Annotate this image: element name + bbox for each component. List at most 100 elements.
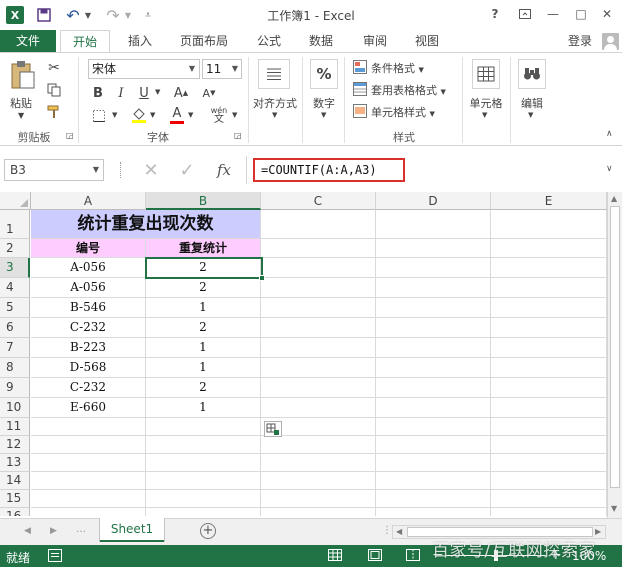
tab-review[interactable]: 审阅 bbox=[354, 30, 396, 52]
help-button[interactable]: ? bbox=[484, 4, 506, 24]
tab-page-layout[interactable]: 页面布局 bbox=[172, 30, 236, 52]
font-launcher-icon[interactable]: ◲ bbox=[234, 131, 242, 140]
row-header[interactable]: 12 bbox=[0, 436, 30, 454]
paste-dropdown-icon[interactable]: ▼ bbox=[18, 111, 24, 120]
underline-button[interactable]: U bbox=[136, 84, 152, 102]
row-header[interactable]: 9 bbox=[0, 378, 30, 398]
column-header-c[interactable]: C bbox=[261, 192, 376, 210]
collapse-ribbon-icon[interactable]: ∧ bbox=[606, 129, 613, 139]
id-cell[interactable]: B-546 bbox=[31, 298, 146, 318]
page-layout-view-icon[interactable] bbox=[368, 549, 384, 563]
count-cell[interactable]: 2 bbox=[146, 278, 261, 298]
alignment-icon[interactable] bbox=[258, 59, 290, 89]
formula-bar-grip[interactable] bbox=[120, 162, 122, 178]
sheet-prev-icon[interactable]: ◀ bbox=[24, 526, 31, 536]
borders-icon[interactable] bbox=[90, 107, 108, 125]
id-cell[interactable]: A-056 bbox=[31, 278, 146, 298]
cancel-entry-icon[interactable]: ✕ bbox=[140, 160, 162, 181]
tab-view[interactable]: 视图 bbox=[406, 30, 448, 52]
row-header[interactable]: 4 bbox=[0, 278, 30, 298]
row-header[interactable]: 6 bbox=[0, 318, 30, 338]
row-header[interactable]: 13 bbox=[0, 454, 30, 472]
restore-button[interactable]: □ bbox=[570, 4, 592, 24]
sheet-next-icon[interactable]: ▶ bbox=[50, 526, 57, 536]
vertical-scrollbar[interactable]: ▲ ▼ bbox=[607, 192, 622, 518]
name-box[interactable]: B3 ▼ bbox=[4, 159, 104, 181]
font-name-combo[interactable]: 宋体 ▼ bbox=[88, 59, 200, 79]
sheet-title-cell[interactable]: 统计重复出现次数 bbox=[31, 210, 261, 239]
close-button[interactable]: ✕ bbox=[596, 4, 618, 24]
sheet-tab-sheet1[interactable]: Sheet1 bbox=[100, 518, 164, 542]
editing-button-label[interactable]: 编辑 bbox=[518, 95, 546, 111]
row-header[interactable]: 16 bbox=[0, 508, 30, 516]
paste-icon[interactable] bbox=[8, 59, 38, 91]
clipboard-launcher-icon[interactable]: ◲ bbox=[66, 131, 74, 140]
header-cell-count[interactable]: 重复统计 bbox=[146, 239, 261, 258]
cells-icon[interactable] bbox=[472, 59, 500, 89]
row-header[interactable]: 2 bbox=[0, 239, 30, 258]
editing-dropdown-icon[interactable]: ▼ bbox=[528, 111, 533, 119]
count-cell[interactable]: 1 bbox=[146, 358, 261, 378]
macro-record-icon[interactable] bbox=[48, 549, 62, 562]
row-header[interactable]: 10 bbox=[0, 398, 30, 418]
tab-data[interactable]: 数据 bbox=[300, 30, 342, 52]
row-header[interactable]: 14 bbox=[0, 472, 30, 490]
underline-dropdown-icon[interactable]: ▼ bbox=[155, 88, 160, 96]
borders-dropdown-icon[interactable]: ▼ bbox=[112, 111, 117, 119]
format-painter-icon[interactable] bbox=[44, 103, 64, 121]
format-as-table-icon[interactable] bbox=[352, 81, 368, 97]
font-color-dropdown-icon[interactable]: ▼ bbox=[188, 111, 193, 119]
confirm-entry-icon[interactable]: ✓ bbox=[176, 160, 198, 181]
select-all-corner[interactable] bbox=[0, 192, 31, 210]
sign-in-link[interactable]: 登录 bbox=[560, 30, 600, 52]
conditional-format-button[interactable]: 条件格式 ▼ bbox=[371, 60, 424, 76]
tab-home[interactable]: 开始 bbox=[60, 30, 110, 53]
column-header-a[interactable]: A bbox=[31, 192, 146, 210]
cell-styles-icon[interactable] bbox=[352, 103, 368, 119]
id-cell[interactable]: C-232 bbox=[31, 318, 146, 338]
header-cell-id[interactable]: 编号 bbox=[31, 239, 146, 258]
count-cell[interactable]: 2 bbox=[146, 378, 261, 398]
number-dropdown-icon[interactable]: ▼ bbox=[321, 111, 326, 119]
phonetic-guide-icon[interactable]: wén 文 bbox=[208, 105, 230, 125]
hscroll-right-icon[interactable]: ▶ bbox=[595, 527, 601, 536]
fill-color-dropdown-icon[interactable]: ▼ bbox=[150, 111, 155, 119]
row-header[interactable]: 8 bbox=[0, 358, 30, 378]
grow-font-button[interactable]: A ▲ bbox=[172, 84, 190, 102]
minimize-button[interactable]: — bbox=[542, 4, 564, 24]
sheet-tab-splitter[interactable]: ⋮ bbox=[382, 525, 392, 536]
tab-formulas[interactable]: 公式 bbox=[248, 30, 290, 52]
row-header[interactable]: 11 bbox=[0, 418, 30, 436]
format-as-table-button[interactable]: 套用表格格式 ▼ bbox=[371, 82, 446, 98]
alignment-dropdown-icon[interactable]: ▼ bbox=[272, 111, 277, 119]
scroll-thumb[interactable] bbox=[610, 206, 620, 488]
hscroll-left-icon[interactable]: ◀ bbox=[396, 527, 402, 536]
count-cell[interactable]: 1 bbox=[146, 338, 261, 358]
conditional-format-icon[interactable] bbox=[352, 59, 368, 75]
font-color-icon[interactable]: A bbox=[168, 105, 186, 125]
id-cell[interactable]: B-223 bbox=[31, 338, 146, 358]
shrink-font-button[interactable]: A ▼ bbox=[200, 84, 218, 102]
number-format-icon[interactable]: % bbox=[310, 59, 338, 89]
column-header-b[interactable]: B bbox=[146, 192, 261, 210]
scroll-down-icon[interactable]: ▼ bbox=[611, 504, 617, 513]
tab-file[interactable]: 文件 bbox=[0, 30, 56, 52]
find-binoculars-icon[interactable] bbox=[518, 59, 546, 89]
row-header[interactable]: 15 bbox=[0, 490, 30, 508]
autofill-options-icon[interactable] bbox=[264, 421, 282, 437]
italic-button[interactable]: I bbox=[113, 84, 129, 102]
font-size-combo[interactable]: 11 ▼ bbox=[202, 59, 242, 79]
insert-function-icon[interactable]: fx bbox=[212, 160, 236, 180]
ribbon-display-options-icon[interactable] bbox=[514, 4, 536, 24]
row-header[interactable]: 1 bbox=[0, 210, 30, 239]
id-cell[interactable]: E-660 bbox=[31, 398, 146, 418]
column-header-d[interactable]: D bbox=[376, 192, 491, 210]
alignment-button-label[interactable]: 对齐方式 bbox=[250, 95, 300, 111]
expand-formula-bar-icon[interactable]: ∨ bbox=[606, 164, 613, 174]
paste-button-label[interactable]: 粘贴 bbox=[10, 95, 32, 111]
number-button-label[interactable]: 数字 bbox=[310, 95, 338, 111]
normal-view-icon[interactable] bbox=[328, 549, 344, 563]
page-break-view-icon[interactable] bbox=[406, 549, 422, 563]
cells-dropdown-icon[interactable]: ▼ bbox=[482, 111, 487, 119]
count-cell[interactable]: 1 bbox=[146, 298, 261, 318]
